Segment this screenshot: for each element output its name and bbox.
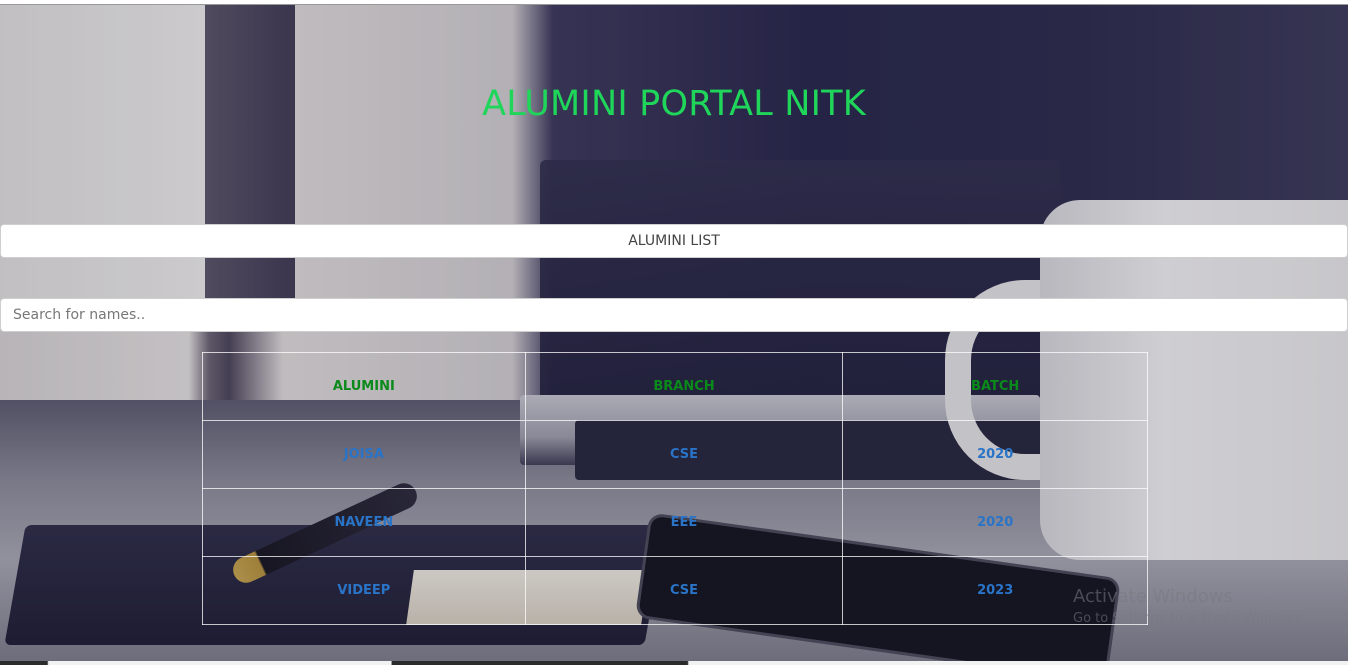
cell-alumini: VIDEEP (202, 556, 526, 625)
cell-branch: CSE (524, 556, 844, 625)
column-header-batch: BATCH (842, 352, 1148, 421)
cell-batch: 2020 (842, 420, 1148, 489)
column-header-branch: BRANCH (524, 352, 844, 421)
table-row: JOISA CSE 2020 (202, 420, 1148, 489)
table-row: NAVEEN EEE 2020 (202, 488, 1148, 557)
watermark-subtitle: Go to Settings to activate Windows. (1073, 611, 1306, 626)
watermark-title: Activate Windows (1073, 586, 1233, 607)
bottom-scrollbar[interactable] (0, 661, 1348, 665)
column-header-alumini: ALUMINI (202, 352, 526, 421)
search-input[interactable] (0, 298, 1348, 332)
alumni-table: ALUMINI BRANCH BATCH JOISA CSE 2020 NAVE… (202, 352, 1148, 625)
table-header-row: ALUMINI BRANCH BATCH (202, 352, 1148, 421)
activate-windows-watermark: Activate Windows Go to Settings to activ… (1073, 586, 1306, 626)
cell-branch: CSE (524, 420, 844, 489)
table-row: VIDEEP CSE 2023 (202, 556, 1148, 625)
alumini-list-button[interactable]: ALUMINI LIST (0, 224, 1348, 258)
page-title: ALUMINI PORTAL NITK (482, 84, 866, 124)
top-border (0, 0, 1348, 5)
cell-batch: 2020 (842, 488, 1148, 557)
cell-alumini: JOISA (202, 420, 526, 489)
search-container (0, 298, 1348, 332)
cell-alumini: NAVEEN (202, 488, 526, 557)
page: ALUMINI PORTAL NITK ALUMINI LIST ALUMINI… (0, 0, 1348, 665)
cell-branch: EEE (524, 488, 844, 557)
